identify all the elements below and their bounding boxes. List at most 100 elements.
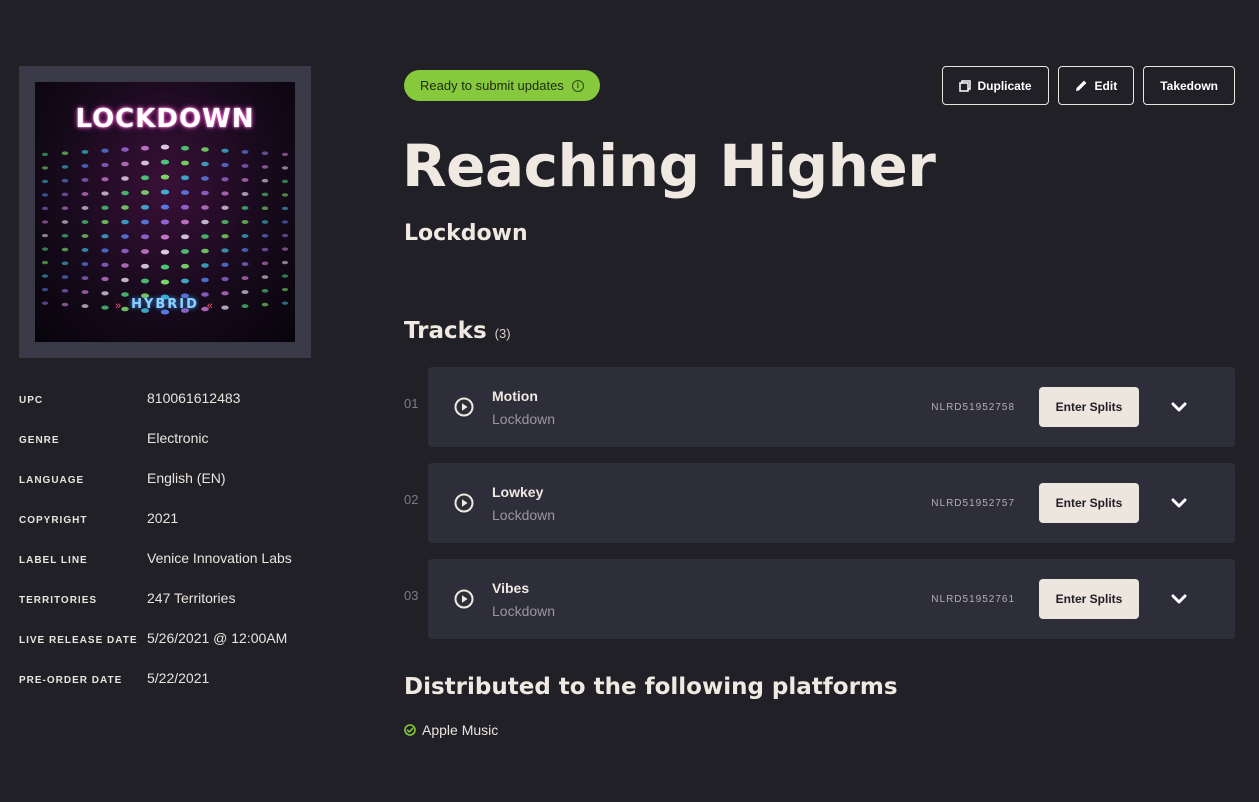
cover-dot bbox=[201, 161, 209, 167]
cover-dot bbox=[61, 275, 69, 279]
cover-dot bbox=[61, 206, 69, 211]
cover-dot bbox=[121, 161, 129, 167]
cover-dot bbox=[180, 160, 190, 166]
cover-dot bbox=[221, 219, 229, 225]
meta-value: 5/22/2021 bbox=[147, 670, 210, 686]
cover-dot bbox=[81, 262, 89, 267]
cover-art-subtitle: HYBRID bbox=[131, 297, 199, 312]
cover-dot bbox=[201, 147, 209, 152]
cover-dot bbox=[121, 234, 129, 239]
cover-dot bbox=[241, 234, 249, 238]
track-title: Vibes bbox=[492, 580, 530, 596]
expand-track-button[interactable] bbox=[1169, 589, 1189, 609]
cover-dot bbox=[281, 152, 289, 157]
track-artist: Lockdown bbox=[492, 507, 556, 523]
info-icon[interactable]: i bbox=[571, 79, 584, 92]
cover-dot bbox=[101, 276, 109, 282]
cover-dot bbox=[101, 191, 109, 196]
meta-row-pre-order-date: PRE-ORDER DATE 5/22/2021 bbox=[19, 666, 359, 706]
cover-dot bbox=[81, 149, 89, 154]
meta-label: LANGUAGE bbox=[19, 475, 85, 486]
cover-dot bbox=[241, 290, 249, 295]
expand-track-button[interactable] bbox=[1169, 397, 1189, 417]
cover-dot bbox=[41, 179, 49, 184]
track-card: Vibes Lockdown NLRD51952761 Enter Splits bbox=[428, 559, 1235, 639]
cover-dot bbox=[61, 233, 69, 238]
cover-dot bbox=[281, 193, 289, 197]
cover-dot bbox=[140, 190, 150, 195]
cover-dot bbox=[261, 261, 269, 266]
cover-dot bbox=[180, 190, 190, 195]
album-cover-art: LOCKDOWN » HYBRID « bbox=[35, 82, 295, 342]
cover-dot bbox=[121, 147, 129, 152]
tracks-heading-label: Tracks bbox=[404, 318, 487, 344]
cover-dot bbox=[180, 175, 190, 181]
duplicate-button[interactable]: Duplicate bbox=[941, 66, 1049, 105]
meta-row-copyright: COPYRIGHT 2021 bbox=[19, 506, 359, 546]
cover-dot bbox=[121, 219, 129, 225]
cover-dot bbox=[101, 148, 109, 153]
cover-dot bbox=[101, 234, 109, 239]
cover-dot bbox=[261, 151, 269, 155]
cover-dot bbox=[41, 193, 49, 197]
release-title: Reaching Higher bbox=[402, 132, 936, 200]
takedown-button[interactable]: Takedown bbox=[1143, 66, 1235, 105]
cover-dot bbox=[281, 274, 289, 278]
cover-dot bbox=[281, 260, 289, 265]
play-icon[interactable] bbox=[454, 589, 474, 609]
cover-dot bbox=[201, 190, 209, 196]
cover-dot bbox=[160, 249, 170, 255]
cover-dot bbox=[241, 206, 249, 210]
cover-dot bbox=[221, 291, 229, 296]
cover-dot bbox=[221, 177, 229, 182]
cover-dot bbox=[241, 248, 249, 252]
cover-dot bbox=[121, 263, 129, 268]
cover-dot bbox=[261, 289, 269, 293]
release-metadata: UPC 810061612483 GENRE Electronic LANGUA… bbox=[19, 386, 359, 706]
cover-art-title: LOCKDOWN bbox=[75, 104, 255, 134]
takedown-button-label: Takedown bbox=[1160, 78, 1218, 93]
cover-dot bbox=[61, 289, 69, 293]
cover-dot bbox=[221, 205, 229, 210]
duplicate-icon bbox=[958, 79, 971, 92]
cover-dot bbox=[41, 152, 49, 157]
chevron-down-icon bbox=[1171, 498, 1187, 508]
cover-dot bbox=[221, 248, 229, 253]
enter-splits-button[interactable]: Enter Splits bbox=[1039, 387, 1139, 427]
cover-dot bbox=[180, 145, 190, 151]
enter-splits-button[interactable]: Enter Splits bbox=[1039, 483, 1139, 523]
platform-name: Apple Music bbox=[422, 722, 499, 738]
enter-splits-button[interactable]: Enter Splits bbox=[1039, 579, 1139, 619]
cover-dot bbox=[261, 275, 269, 279]
cover-dot bbox=[180, 234, 190, 240]
cover-dot bbox=[241, 276, 249, 281]
cover-arrow-right-icon: « bbox=[206, 300, 213, 312]
cover-dot bbox=[140, 160, 150, 166]
cover-dot bbox=[281, 220, 289, 224]
cover-dot bbox=[140, 175, 150, 181]
cover-dot bbox=[160, 204, 170, 210]
cover-dot bbox=[180, 204, 190, 210]
pencil-icon bbox=[1075, 80, 1086, 91]
edit-button[interactable]: Edit bbox=[1057, 66, 1135, 105]
cover-dot bbox=[140, 278, 150, 284]
play-icon[interactable] bbox=[454, 397, 474, 417]
cover-dot bbox=[160, 159, 170, 165]
cover-dot bbox=[101, 162, 109, 168]
cover-dot bbox=[101, 248, 109, 253]
cover-dot bbox=[61, 261, 69, 266]
cover-dot bbox=[221, 262, 229, 267]
cover-dot bbox=[41, 260, 49, 265]
cover-dot bbox=[81, 276, 89, 281]
track-title: Motion bbox=[492, 388, 538, 404]
cover-dot bbox=[140, 145, 150, 151]
meta-label: LIVE RELEASE DATE bbox=[19, 635, 138, 646]
meta-row-upc: UPC 810061612483 bbox=[19, 386, 359, 426]
expand-track-button[interactable] bbox=[1169, 493, 1189, 513]
meta-label: COPYRIGHT bbox=[19, 515, 88, 526]
platform-item: Apple Music bbox=[404, 722, 498, 738]
cover-dot bbox=[241, 262, 249, 267]
track-list: 01 Motion Lockdown NLRD51952758 Enter Sp… bbox=[404, 367, 1235, 655]
cover-dot bbox=[201, 176, 209, 181]
play-icon[interactable] bbox=[454, 493, 474, 513]
